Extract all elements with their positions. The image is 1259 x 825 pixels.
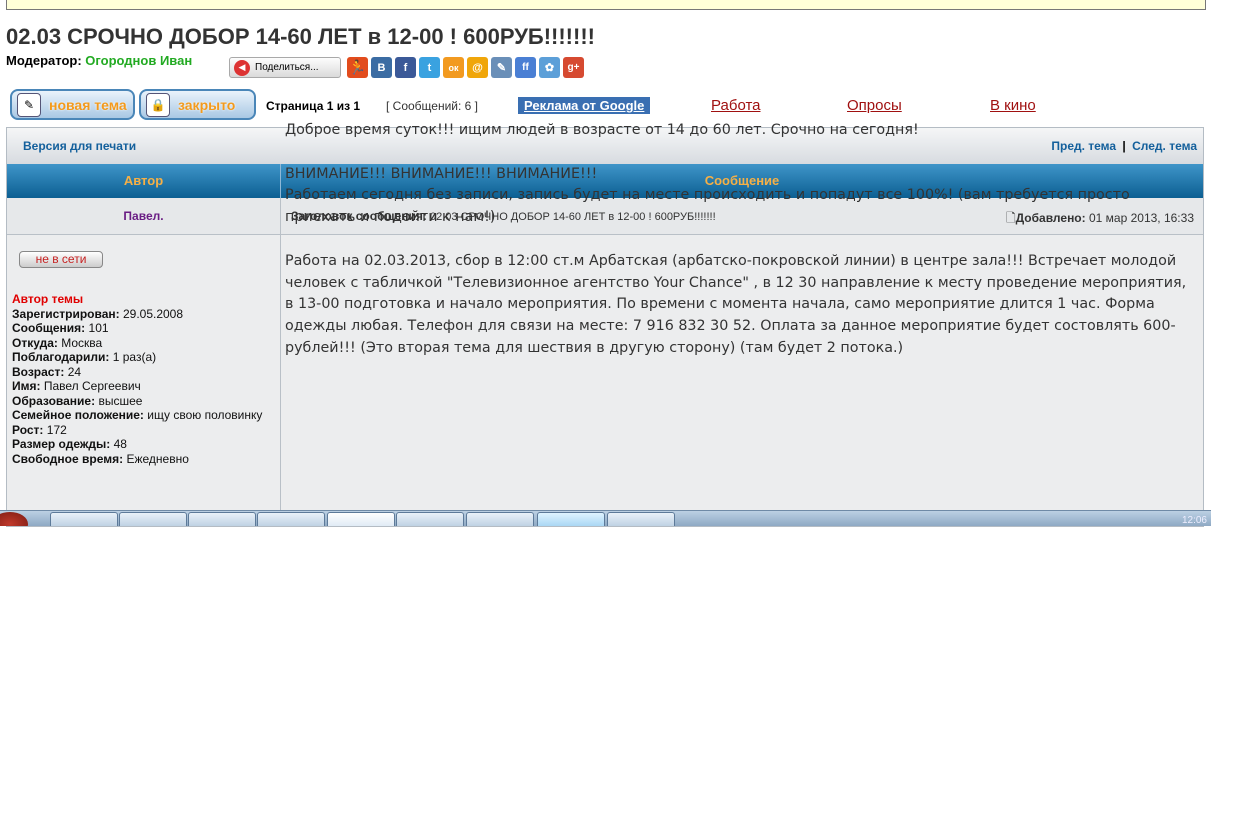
running-man-icon[interactable]: 🏃 <box>347 57 368 78</box>
facebook-icon[interactable]: f <box>395 57 416 78</box>
closed-topic-button[interactable]: 🔒 закрыто <box>139 89 256 120</box>
taskbar-app-icon[interactable] <box>119 512 187 526</box>
moderator-line: Модератор: Огороднов Иван <box>6 53 192 68</box>
windows-taskbar: 12:06 <box>0 510 1211 526</box>
lock-icon: 🔒 <box>146 92 170 117</box>
google-ads-link[interactable]: Реклама от Google <box>518 97 651 114</box>
taskbar-skype-icon[interactable] <box>537 512 605 526</box>
post-line: Работаем сегодня без записи, запись буде… <box>285 187 1130 226</box>
share-button-label: Поделиться... <box>255 62 319 73</box>
topic-starter-label: Автор темы <box>12 292 84 306</box>
post-author-link[interactable]: Павел. <box>7 198 281 234</box>
post-paragraph: ВНИМАНИЕ!!! ВНИМАНИЕ!!! ВНИМАНИЕ!!! Рабо… <box>285 164 1190 229</box>
profile-field: Образование: высшее <box>12 393 143 408</box>
new-topic-button[interactable]: ✎ новая тема <box>10 89 135 120</box>
profile-field: Имя: Павел Сергеевич <box>12 379 141 393</box>
profile-field: Зарегистрирован: 29.05.2008 <box>12 306 184 321</box>
moderator-label: Модератор: <box>6 53 82 68</box>
profile-field: Откуда: Москва <box>12 335 103 350</box>
moikrug-icon[interactable]: ✿ <box>539 57 560 78</box>
mail-icon[interactable]: @ <box>467 57 488 78</box>
odnoklassniki-icon[interactable]: ок <box>443 57 464 78</box>
livejournal-icon[interactable]: ✎ <box>491 57 512 78</box>
share-button[interactable]: ◀ Поделиться... <box>229 57 341 78</box>
google-plus-icon[interactable]: g+ <box>563 57 584 78</box>
post-body: Доброе время суток!!! ищим людей в возра… <box>285 120 1190 382</box>
post-paragraph: Работа на 02.03.2013, сбор в 12:00 ст.м … <box>285 252 1187 356</box>
taskbar-app-icon[interactable] <box>396 512 464 526</box>
friendfeed-icon[interactable]: ff <box>515 57 536 78</box>
author-profile: Автор темы Зарегистрирован: 29.05.2008 С… <box>12 292 272 466</box>
speaker-icon: ◀ <box>234 59 250 76</box>
messages-count: [ Сообщений: 6 ] <box>386 99 479 113</box>
ad-link-polls[interactable]: Опросы <box>847 97 902 114</box>
twitter-icon[interactable]: t <box>419 57 440 78</box>
new-topic-icon: ✎ <box>17 92 41 117</box>
profile-field: Размер одежды: 48 <box>12 437 127 451</box>
online-status-badge: не в сети <box>19 251 103 268</box>
taskbar-clock: 12:06 <box>1181 515 1207 526</box>
profile-field: Рост: 172 <box>12 422 67 437</box>
taskbar-app-icon[interactable] <box>188 512 256 526</box>
taskbar-browser-icon[interactable] <box>327 512 395 526</box>
top-notice-bar <box>6 0 1206 10</box>
profile-field: Семейное положение: ищу свою половинку <box>12 408 263 422</box>
post-warning-line: ВНИМАНИЕ!!! ВНИМАНИЕ!!! ВНИМАНИЕ!!! <box>285 165 598 182</box>
ad-link-cinema[interactable]: В кино <box>990 97 1036 114</box>
taskbar-app-icon[interactable] <box>466 512 534 526</box>
print-version-link[interactable]: Версия для печати <box>23 139 136 153</box>
vkontakte-icon[interactable]: В <box>371 57 392 78</box>
taskbar-app-icon[interactable] <box>257 512 325 526</box>
profile-field: Свободное время: Ежедневно <box>12 451 189 466</box>
taskbar-app-icon[interactable] <box>607 512 675 526</box>
social-share-icons: 🏃 В f t ок @ ✎ ff ✿ g+ <box>347 57 584 78</box>
post-paragraph: Доброе время суток!!! ищим людей в возра… <box>285 122 919 138</box>
page-info: Страница 1 из 1 <box>266 99 361 113</box>
column-header-author: Автор <box>7 164 281 198</box>
page-title: 02.03 СРОЧНО ДОБОР 14-60 ЛЕТ в 12-00 ! 6… <box>6 24 595 49</box>
start-button[interactable] <box>0 512 28 526</box>
ad-link-work[interactable]: Работа <box>711 97 761 114</box>
author-profile-panel: не в сети Автор темы Зарегистрирован: 29… <box>7 235 281 526</box>
new-topic-label: новая тема <box>49 96 127 113</box>
moderator-name-link[interactable]: Огороднов Иван <box>85 53 192 68</box>
profile-field: Поблагодарили: 1 раз(а) <box>12 350 157 364</box>
profile-field: Возраст: 24 <box>12 364 82 379</box>
profile-field: Сообщения: 101 <box>12 321 109 335</box>
taskbar-explorer-icon[interactable] <box>50 512 118 526</box>
closed-topic-label: закрыто <box>178 96 236 113</box>
